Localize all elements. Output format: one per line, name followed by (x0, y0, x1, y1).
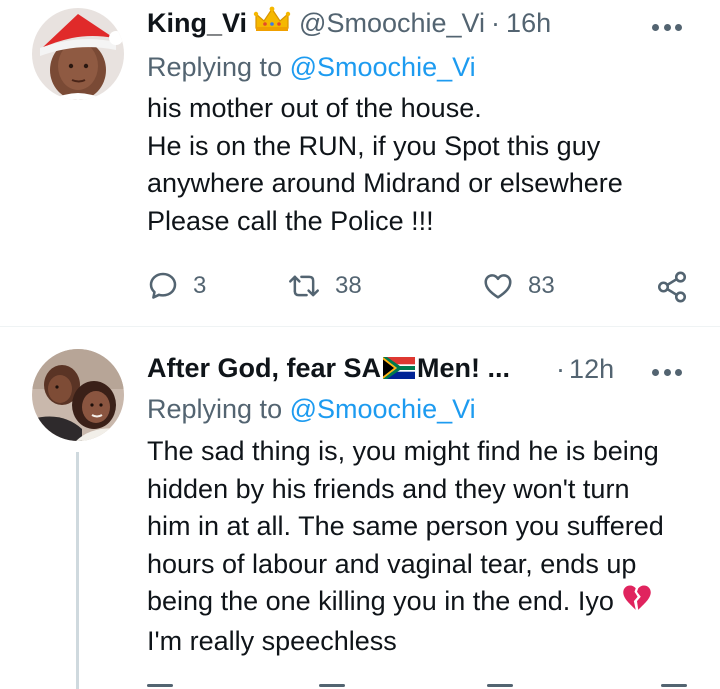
display-name-part: Men! ... (417, 353, 511, 383)
display-name-part: After God, fear SA (147, 353, 382, 383)
display-name[interactable]: After God, fear SA Men! ... (147, 351, 510, 387)
tweet-actions-partial (147, 684, 687, 689)
timestamp[interactable]: 16h (506, 6, 551, 40)
tweet-text-line: being the one killing you in the end. Iy… (147, 586, 614, 617)
retweet-count: 38 (335, 272, 362, 299)
replying-to-label: Replying to (147, 394, 283, 424)
avatar-after-god[interactable] (32, 349, 124, 441)
more-options-icon[interactable] (652, 367, 682, 377)
more-options-icon[interactable] (652, 22, 682, 32)
tweet-text-line: Please call the Police !!! (147, 205, 434, 236)
retweet-arrows-icon (289, 275, 319, 297)
tweet-text-line: The sad thing is, you might find he is b… (147, 436, 659, 466)
replying-to-handle-link[interactable]: @Smoochie_Vi (290, 394, 476, 424)
timestamp[interactable]: 12h (569, 352, 614, 386)
speech-bubble-icon (149, 272, 177, 299)
like-button[interactable]: 83 (482, 270, 555, 302)
tweet-text: his mother out of the house. He is on th… (147, 90, 707, 240)
south-africa-flag-icon (383, 353, 416, 387)
tweet-text: The sad thing is, you might find he is b… (147, 433, 707, 660)
retweet-button[interactable]: 38 (287, 270, 362, 302)
tweet-text-line: hours of labour and vaginal tear, ends u… (147, 548, 637, 579)
user-handle[interactable]: @Smoochie_Vi (299, 6, 485, 40)
share-nodes-icon (657, 271, 687, 303)
thread-connector-line (76, 452, 79, 689)
heart-outline-icon (484, 274, 512, 299)
replying-to: Replying to @Smoochie_Vi (147, 50, 476, 84)
tweet-text-line: anywhere around Midrand or elsewhere (147, 168, 623, 199)
reply-count: 3 (193, 272, 207, 299)
tweet-2[interactable]: After God, fear SA Men! ... · 12h Replyi… (0, 327, 720, 689)
replying-to-handle-link[interactable]: @Smoochie_Vi (290, 52, 476, 82)
crown-emoji-icon (253, 6, 291, 40)
tweet-text-line: him in at all. The same person you suffe… (147, 511, 664, 542)
tweet-text-line: his mother out of the house. (147, 93, 482, 123)
tweet-actions: 3 38 83 (147, 266, 692, 306)
tweet-text-line: hidden by his friends and they won't tur… (147, 473, 630, 504)
tweet-1[interactable]: King_Vi @Smoochie_Vi · 16h Replying to @… (0, 0, 720, 326)
tweet-text-line: I'm really speechless (147, 625, 397, 656)
tweet-text-line-with-emoji: being the one killing you in the end. Iy… (147, 583, 707, 622)
replying-to-label: Replying to (147, 52, 283, 82)
separator-dot: · (556, 353, 566, 384)
replying-to: Replying to @Smoochie_Vi (147, 392, 476, 426)
display-name[interactable]: King_Vi (147, 6, 247, 40)
tweet-text-line: He is on the RUN, if you Spot this guy (147, 130, 601, 161)
avatar-king-vi[interactable] (32, 8, 124, 100)
reply-button[interactable]: 3 (147, 270, 206, 302)
share-button[interactable] (655, 270, 689, 304)
separator-dot: · (491, 8, 501, 38)
broken-heart-icon (622, 584, 652, 623)
like-count: 83 (528, 272, 555, 299)
